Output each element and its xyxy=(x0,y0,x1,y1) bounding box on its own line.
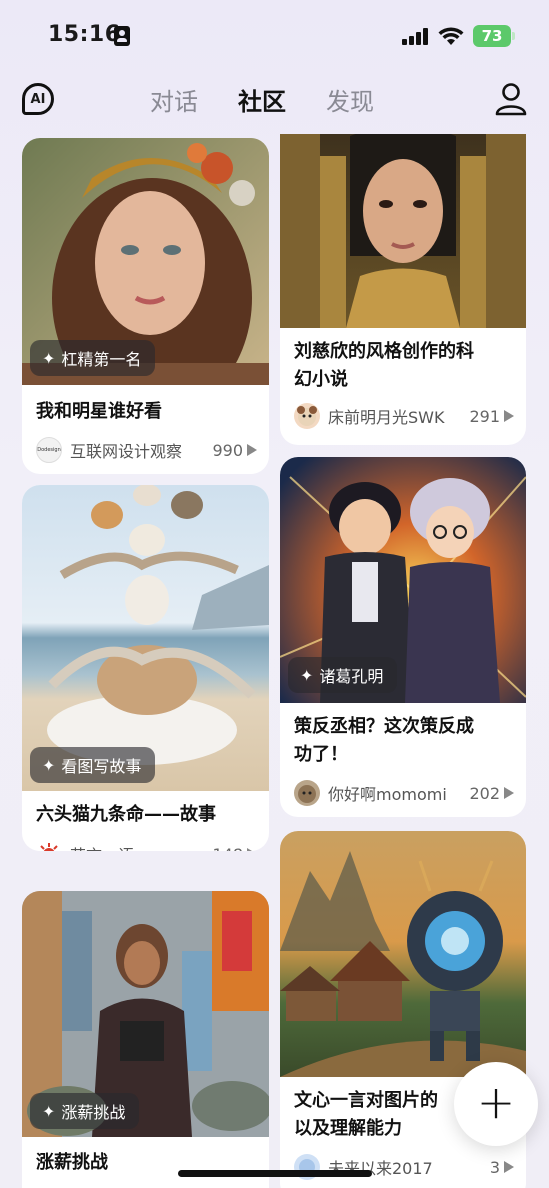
post-title: 策反丞相？这次策反成 功了！ xyxy=(294,716,474,765)
play-count: 291 xyxy=(469,406,500,426)
post-card[interactable]: ✦ 涨薪挑战 涨薪挑战 xyxy=(22,891,269,1188)
wifi-icon xyxy=(438,27,464,45)
play-count-icon xyxy=(247,848,257,851)
author-avatar[interactable]: Dodesign xyxy=(36,437,62,463)
post-meta: 床前明月光SWK 291 xyxy=(294,402,514,430)
post-image xyxy=(280,831,526,1077)
post-tag-label: 看图写故事 xyxy=(61,757,142,776)
author-name[interactable]: 互联网设计观察 xyxy=(70,438,212,462)
tab-community[interactable]: 社区 xyxy=(238,82,286,117)
author-avatar[interactable] xyxy=(36,841,62,851)
play-count-icon xyxy=(504,410,514,422)
author-name[interactable]: 你好啊momomi xyxy=(328,781,469,805)
create-post-button[interactable]: + xyxy=(454,1062,538,1146)
sparkle-icon: ✦ xyxy=(42,348,56,368)
post-card[interactable]: ✦ 看图写故事 六头猫九条命——故事 花言一语 148 xyxy=(22,485,269,851)
sparkle-icon: ✦ xyxy=(42,755,56,775)
author-name[interactable]: 床前明月光SWK xyxy=(328,404,469,428)
play-count: 990 xyxy=(212,440,243,460)
status-bar: 15:16 73 xyxy=(0,0,549,70)
play-count: 3 xyxy=(489,1157,500,1177)
play-count-icon xyxy=(504,787,514,799)
post-tag-badge: ✦ 涨薪挑战 xyxy=(30,1093,140,1129)
play-count: 148 xyxy=(212,845,243,852)
status-time: 15:16 xyxy=(48,22,121,47)
post-title: 我和明星谁好看 xyxy=(36,401,162,422)
post-image xyxy=(22,485,269,791)
post-card[interactable]: 刘慈欣的风格创作的科 幻小说 床前明月光SWK 291 xyxy=(280,134,526,445)
post-title: 六头猫九条命——故事 xyxy=(36,804,216,825)
post-tag-label: 诸葛孔明 xyxy=(319,667,384,686)
top-navigation: AI 对话 社区 发现 xyxy=(0,78,549,124)
app-logo-icon[interactable]: AI xyxy=(22,83,54,115)
post-meta: 你好啊momomi 202 xyxy=(294,779,514,807)
play-count: 202 xyxy=(469,783,500,803)
post-title: 刘慈欣的风格创作的科 幻小说 xyxy=(294,341,474,390)
author-name[interactable]: 花言一语 xyxy=(70,842,212,851)
author-avatar[interactable] xyxy=(294,780,320,806)
post-image xyxy=(280,134,526,328)
home-indicator[interactable] xyxy=(178,1170,372,1177)
post-tag-badge: ✦ 诸葛孔明 xyxy=(288,657,398,693)
tab-chat[interactable]: 对话 xyxy=(150,82,198,117)
community-feed[interactable]: ✦ 杠精第一名 我和明星谁好看 Dodesign 互联网设计观察 990 ✦ 看… xyxy=(0,134,549,1188)
profile-icon[interactable] xyxy=(494,82,528,116)
post-tag-badge: ✦ 看图写故事 xyxy=(30,747,156,783)
sparkle-icon: ✦ xyxy=(300,665,314,685)
battery-indicator: 73 xyxy=(473,25,515,47)
post-card[interactable]: ✦ 杠精第一名 我和明星谁好看 Dodesign 互联网设计观察 990 xyxy=(22,138,269,474)
author-avatar[interactable] xyxy=(294,403,320,429)
post-card[interactable]: ✦ 诸葛孔明 策反丞相？这次策反成 功了！ 你好啊momomi 202 xyxy=(280,457,526,817)
play-count-icon xyxy=(247,444,257,456)
post-meta: 花言一语 148 xyxy=(36,840,257,851)
plus-icon: + xyxy=(476,1075,516,1129)
sparkle-icon: ✦ xyxy=(42,1101,56,1121)
tab-bar: 对话 社区 发现 xyxy=(150,82,374,117)
post-meta: Dodesign 互联网设计观察 990 xyxy=(36,436,257,464)
post-tag-label: 杠精第一名 xyxy=(61,350,142,369)
tab-discover[interactable]: 发现 xyxy=(326,82,374,117)
post-tag-label: 涨薪挑战 xyxy=(61,1103,126,1122)
post-tag-badge: ✦ 杠精第一名 xyxy=(30,340,156,376)
cellular-signal-icon xyxy=(402,28,430,45)
play-count-icon xyxy=(504,1161,514,1173)
focus-person-icon xyxy=(114,26,130,46)
